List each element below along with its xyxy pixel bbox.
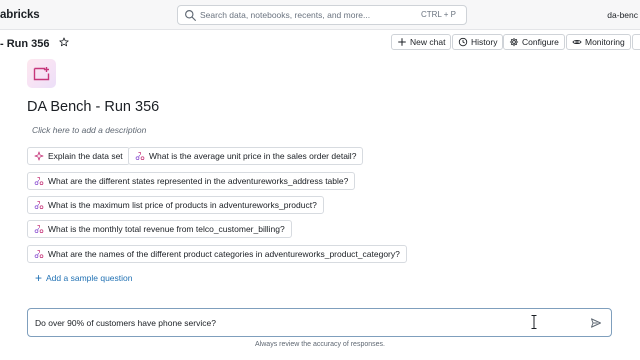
- history-label: History: [471, 37, 498, 47]
- new-chat-label: New chat: [410, 37, 446, 47]
- sample-question-chip[interactable]: What is the average unit price in the sa…: [128, 147, 364, 165]
- sample-question-chip[interactable]: Explain the data set: [27, 147, 130, 165]
- genie-room-icon: [27, 59, 56, 88]
- sample-question-chip[interactable]: What are the different states represente…: [27, 172, 356, 190]
- sample-question-chip[interactable]: What is the maximum list price of produc…: [27, 196, 324, 214]
- genie-question-icon: [34, 201, 44, 209]
- gear-icon: [509, 37, 519, 47]
- chat-input[interactable]: [35, 316, 515, 330]
- sample-question-chip[interactable]: What is the monthly total revenue from t…: [27, 220, 292, 238]
- room-title: DA Bench - Run 356: [27, 99, 160, 115]
- configure-label: Configure: [522, 37, 559, 47]
- history-icon: [458, 37, 468, 47]
- accuracy-disclaimer: Always review the accuracy of responses.: [255, 341, 385, 348]
- star-icon[interactable]: [59, 37, 69, 47]
- search-placeholder: Search data, notebooks, recents, and mor…: [200, 10, 371, 20]
- sample-question-chip[interactable]: What are the names of the different prod…: [27, 245, 407, 263]
- sample-question-text: What are the names of the different prod…: [48, 249, 400, 259]
- genie-question-icon: [135, 152, 145, 160]
- brand-logo-text[interactable]: abricks: [0, 9, 40, 21]
- page-title: - Run 356: [0, 38, 50, 50]
- sparkle-icon: [34, 151, 44, 161]
- genie-question-icon: [34, 250, 44, 258]
- monitoring-button[interactable]: Monitoring: [566, 34, 631, 50]
- sample-question-text: What are the different states represente…: [48, 176, 349, 186]
- search-shortcut: CTRL + P: [420, 10, 456, 19]
- genie-question-icon: [34, 225, 44, 233]
- sample-question-text: What is the maximum list price of produc…: [48, 200, 317, 210]
- plus-icon: [398, 38, 406, 46]
- history-button[interactable]: History: [452, 34, 504, 50]
- global-search-box[interactable]: Search data, notebooks, recents, and mor…: [177, 5, 467, 25]
- text-cursor-icon: [531, 315, 537, 329]
- new-chat-button[interactable]: New chat: [391, 34, 452, 50]
- add-sample-question-button[interactable]: + Add a sample question: [35, 271, 133, 285]
- add-sample-question-label: Add a sample question: [46, 273, 133, 283]
- genie-question-icon: [34, 177, 44, 185]
- configure-button[interactable]: Configure: [503, 34, 565, 50]
- chat-sparkle-icon: [33, 67, 50, 81]
- send-icon[interactable]: [590, 317, 602, 329]
- monitoring-label: Monitoring: [585, 37, 625, 47]
- sample-question-text: What is the monthly total revenue from t…: [48, 224, 285, 234]
- plus-icon: +: [35, 271, 43, 285]
- workspace-name[interactable]: da-benc: [607, 10, 638, 20]
- eye-icon: [572, 39, 582, 45]
- top-bar: abricks Search data, notebooks, recents,…: [0, 0, 640, 30]
- sample-question-text: What is the average unit price in the sa…: [149, 151, 357, 161]
- room-description-placeholder[interactable]: Click here to add a description: [32, 125, 146, 135]
- chat-input-box[interactable]: [27, 308, 612, 337]
- more-button[interactable]: [632, 34, 640, 50]
- page-header: - Run 356 New chat History Configure Mon…: [0, 30, 640, 56]
- sample-question-text: Explain the data set: [48, 151, 123, 161]
- search-icon: [185, 10, 196, 21]
